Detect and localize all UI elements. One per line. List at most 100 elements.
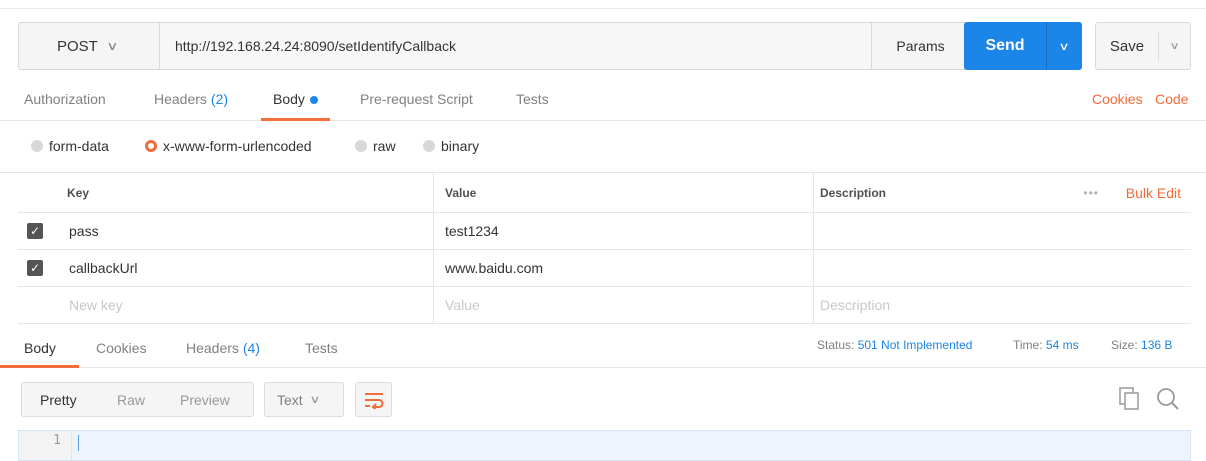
value-cell[interactable]: www.baidu.com — [445, 250, 543, 286]
column-divider — [813, 213, 814, 249]
checkbox-checked-icon[interactable]: ✓ — [27, 223, 43, 239]
copy-icon[interactable] — [1119, 387, 1141, 411]
column-divider — [813, 250, 814, 286]
params-button[interactable]: Params — [872, 22, 970, 70]
status-value[interactable]: 501 Not Implemented — [858, 338, 973, 352]
tab-label: Body — [273, 91, 305, 107]
save-dropdown-button[interactable]: ∨ — [1159, 23, 1191, 69]
radio-circle-icon — [423, 140, 435, 152]
checkbox-checked-icon[interactable]: ✓ — [27, 260, 43, 276]
column-divider — [813, 287, 814, 323]
method-select[interactable]: POST ∨ — [18, 22, 159, 70]
radio-label: raw — [373, 138, 396, 154]
column-divider — [433, 250, 434, 286]
tab-authorization[interactable]: Authorization — [24, 83, 106, 121]
window-top-strip — [0, 0, 1206, 9]
response-tabs: Body Cookies Headers (4) Tests Status: 5… — [0, 322, 1206, 368]
body-type-selector: form-data x-www-form-urlencoded raw bina… — [0, 121, 1206, 173]
column-divider — [433, 287, 434, 323]
tab-prerequest-script[interactable]: Pre-request Script — [360, 83, 473, 121]
format-label: Text — [277, 391, 303, 408]
send-button-group: Send ∨ — [964, 22, 1082, 70]
save-button-group: Save ∨ — [1095, 22, 1191, 70]
value-cell[interactable]: test1234 — [445, 213, 499, 249]
cookies-link[interactable]: Cookies — [1092, 91, 1143, 107]
request-bar: POST ∨ http://192.168.24.24:8090/setIden… — [18, 22, 1191, 70]
table-row: ✓ callbackUrl www.baidu.com — [18, 250, 1191, 287]
radio-label: binary — [441, 138, 480, 154]
params-table: Key Value Description ••• Bulk Edit ✓ pa… — [18, 173, 1191, 324]
column-divider — [433, 213, 434, 249]
format-select[interactable]: Text ∨ — [264, 382, 344, 417]
headers-count-badge: (4) — [242, 340, 260, 356]
wrap-lines-icon — [364, 392, 383, 409]
tab-label: Authorization — [24, 91, 106, 107]
radio-label: x-www-form-urlencoded — [163, 138, 312, 154]
send-dropdown-button[interactable]: ∨ — [1047, 22, 1082, 70]
bulk-edit-button[interactable]: Bulk Edit — [1126, 173, 1181, 213]
response-toolbar: Pretty Raw Preview Text ∨ — [0, 368, 1206, 430]
tab-label: Pre-request Script — [360, 91, 473, 107]
tab-headers[interactable]: Headers (2) — [154, 83, 228, 121]
radio-form-data[interactable]: form-data — [31, 138, 109, 154]
view-raw-button[interactable]: Raw — [117, 383, 145, 416]
save-label: Save — [1109, 37, 1145, 55]
response-tab-tests[interactable]: Tests — [305, 340, 338, 356]
response-tab-cookies[interactable]: Cookies — [96, 340, 147, 356]
tab-label: Tests — [516, 91, 549, 107]
size-value[interactable]: 136 B — [1141, 338, 1172, 352]
new-value-input[interactable]: Value — [445, 287, 480, 323]
radio-raw[interactable]: raw — [355, 138, 396, 154]
code-link[interactable]: Code — [1155, 91, 1188, 107]
column-header-description: Description — [820, 185, 887, 200]
new-description-input[interactable]: Description — [820, 287, 890, 323]
response-tab-body[interactable]: Body — [24, 340, 56, 356]
headers-count-badge: (2) — [210, 91, 229, 107]
modified-dot-icon — [309, 96, 318, 104]
time-label: Time: — [1013, 338, 1043, 352]
new-row: New key Value Description — [18, 287, 1191, 324]
tab-label: Headers — [154, 91, 207, 107]
tab-label: Headers — [186, 340, 239, 356]
size-readout: Size: 136 B — [1111, 338, 1172, 352]
chevron-down-icon: ∨ — [106, 39, 119, 53]
url-input[interactable]: http://192.168.24.24:8090/setIdentifyCal… — [159, 22, 872, 70]
chevron-down-icon: ∨ — [1058, 40, 1071, 53]
table-header-row: Key Value Description ••• Bulk Edit — [18, 173, 1191, 213]
text-cursor — [78, 435, 79, 451]
response-tab-headers[interactable]: Headers (4) — [186, 340, 260, 356]
new-key-input[interactable]: New key — [69, 287, 123, 323]
tab-tests[interactable]: Tests — [516, 83, 549, 121]
radio-binary[interactable]: binary — [423, 138, 479, 154]
status-label: Status: — [817, 338, 855, 352]
chevron-down-icon: ∨ — [309, 394, 321, 406]
time-readout: Time: 54 ms — [1013, 338, 1079, 352]
more-options-icon[interactable]: ••• — [1083, 173, 1099, 213]
column-divider — [433, 173, 434, 212]
radio-x-www-form-urlencoded[interactable]: x-www-form-urlencoded — [145, 138, 312, 154]
key-cell[interactable]: pass — [69, 213, 99, 249]
url-text: http://192.168.24.24:8090/setIdentifyCal… — [175, 38, 456, 54]
send-label: Send — [985, 37, 1025, 54]
save-button[interactable]: Save — [1096, 23, 1158, 69]
wrap-lines-button[interactable] — [355, 382, 392, 417]
chevron-down-icon: ∨ — [1169, 40, 1181, 52]
params-label: Params — [896, 38, 945, 54]
send-button[interactable]: Send — [964, 22, 1046, 70]
line-number-gutter: 1 — [19, 431, 72, 460]
key-cell[interactable]: callbackUrl — [69, 250, 137, 286]
view-pretty-button[interactable]: Pretty — [40, 383, 77, 416]
line-number: 1 — [53, 433, 61, 448]
tab-body[interactable]: Body — [261, 83, 330, 121]
radio-selected-icon — [145, 140, 157, 152]
column-divider — [813, 173, 814, 212]
size-label: Size: — [1111, 338, 1138, 352]
search-icon[interactable] — [1156, 387, 1180, 411]
radio-circle-icon — [355, 140, 367, 152]
response-body-editor[interactable]: 1 — [18, 430, 1191, 461]
view-preview-button[interactable]: Preview — [180, 383, 230, 416]
table-row: ✓ pass test1234 — [18, 213, 1191, 250]
column-header-value: Value — [445, 185, 477, 200]
time-value[interactable]: 54 ms — [1046, 338, 1079, 352]
method-label: POST — [57, 37, 98, 55]
